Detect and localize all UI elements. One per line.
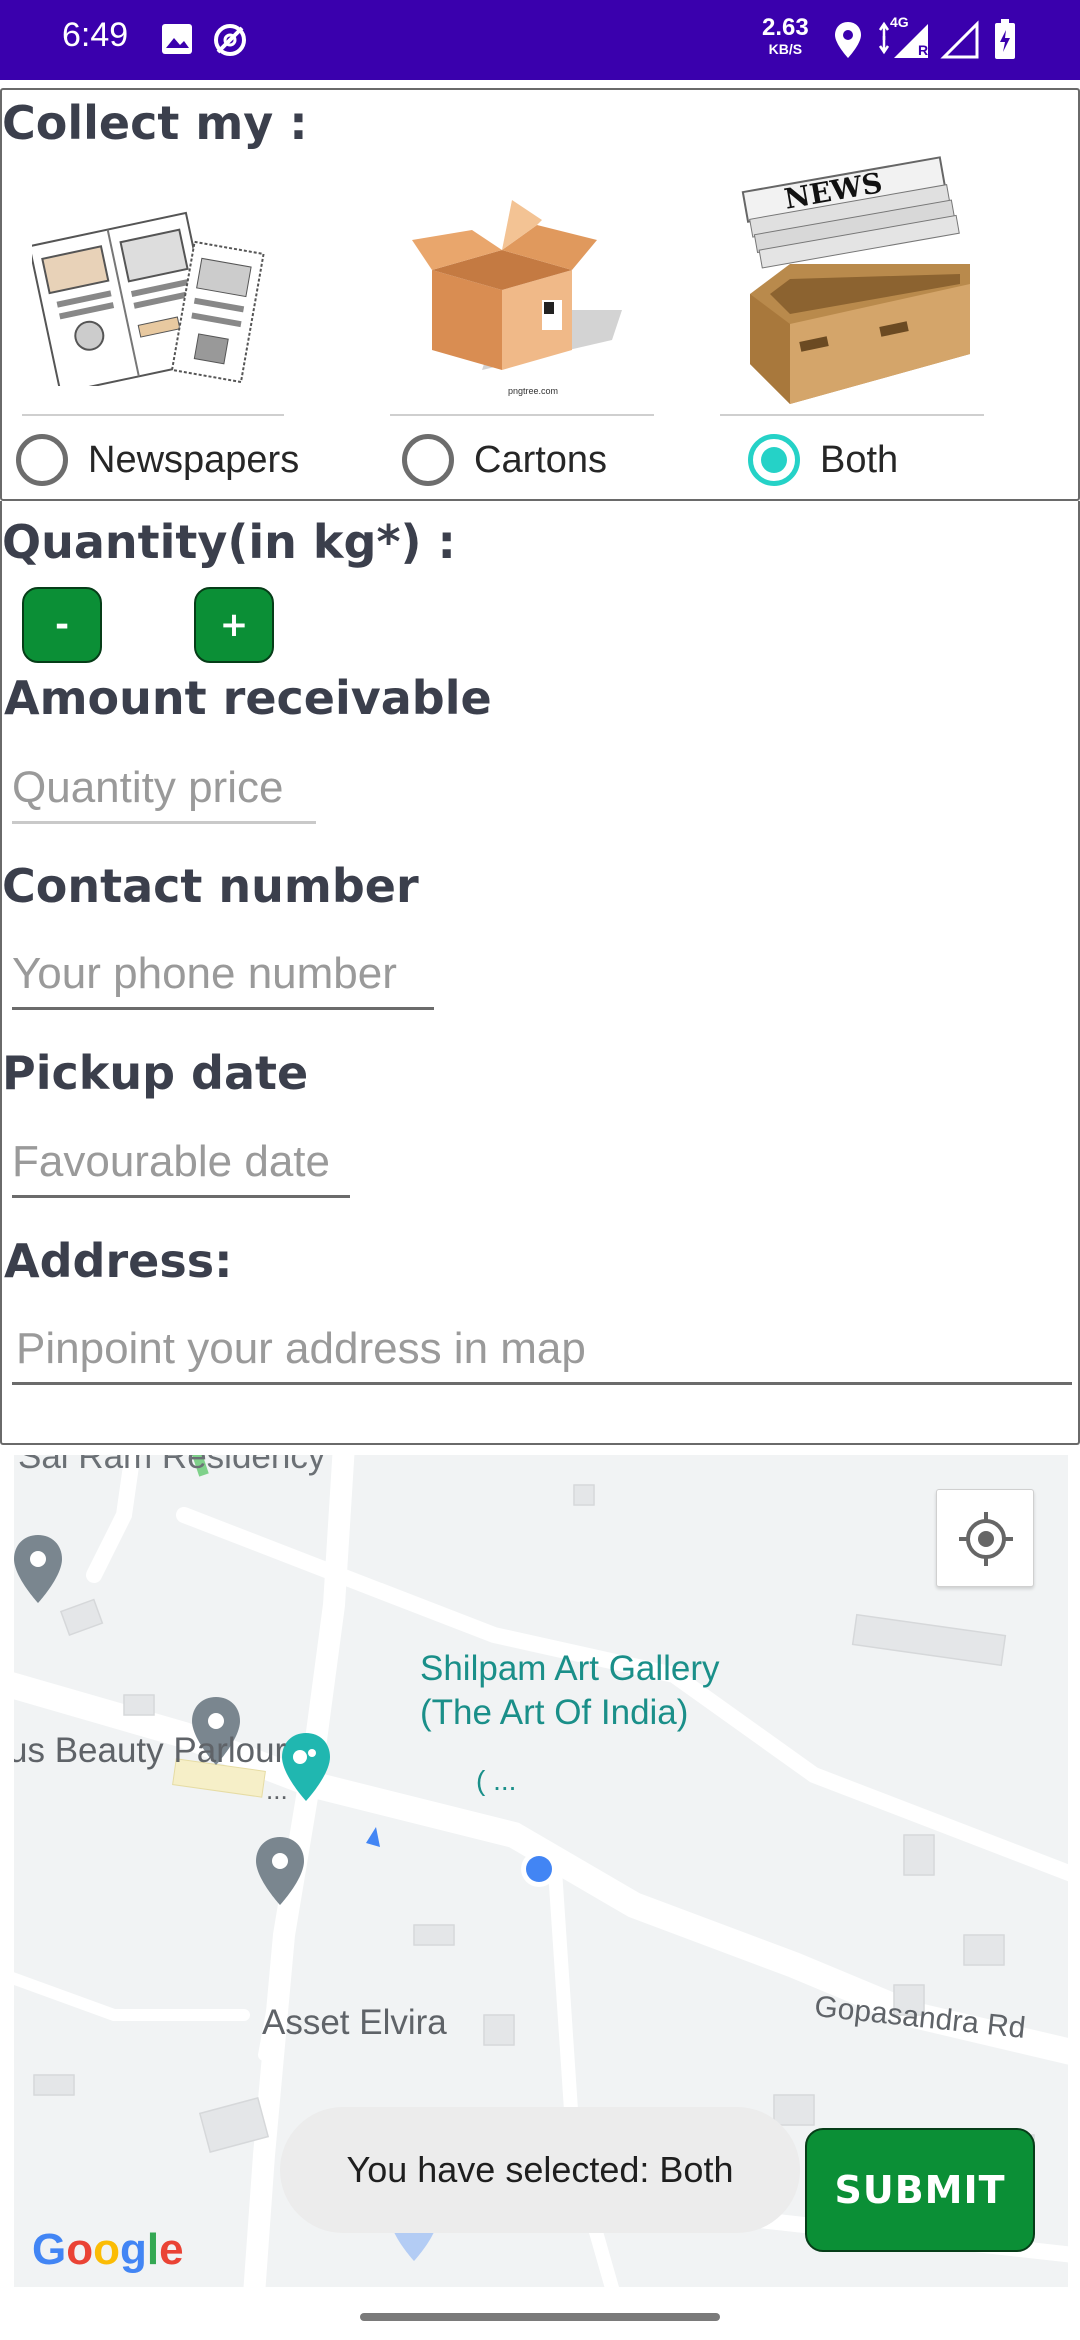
radio-button[interactable]: [16, 434, 68, 486]
gallery-notification-icon: [162, 24, 192, 54]
contact-title: Contact number: [2, 859, 419, 913]
amount-title: Amount receivable: [4, 671, 492, 725]
map-label-parlour-sub: ...: [266, 1775, 288, 1805]
location-icon: [835, 22, 861, 58]
my-location-icon: [959, 1512, 1013, 1566]
quantity-plus-button[interactable]: +: [194, 587, 274, 663]
gesture-nav-handle[interactable]: [360, 2313, 720, 2321]
map-label-residency: Sai Ram Residency: [18, 1455, 326, 1476]
radio-button-checked[interactable]: [748, 434, 800, 486]
collect-section: Collect my : pngtree.com NEWS Newspapers…: [0, 88, 1080, 501]
roaming-label: R: [918, 42, 929, 58]
map-label-parlour[interactable]: us Beauty Parlour: [14, 1731, 286, 1771]
radio-both[interactable]: Both: [748, 434, 898, 486]
google-logo: Google: [32, 2225, 184, 2274]
map-label-gallery[interactable]: Shilpam Art Gallery (The Art Of India): [420, 1647, 720, 1735]
phone-field[interactable]: Your phone number: [12, 949, 434, 1010]
image-divider: [720, 414, 984, 416]
image-divider: [390, 414, 654, 416]
pickup-title: Pickup date: [2, 1046, 309, 1100]
newspaper-box-icon: NEWS: [741, 156, 970, 404]
signal-empty-icon: [940, 20, 979, 59]
amount-field[interactable]: Quantity price: [12, 763, 316, 824]
status-time: 6:49: [62, 16, 129, 54]
carton-box-icon: pngtree.com: [412, 200, 622, 396]
address-title: Address:: [4, 1234, 233, 1288]
radio-label: Both: [820, 438, 899, 481]
battery-charging-icon: [995, 19, 1015, 59]
radio-button[interactable]: [402, 434, 454, 486]
quantity-minus-button[interactable]: -: [22, 587, 102, 663]
map-label-asset[interactable]: Asset Elvira: [262, 2003, 447, 2043]
my-location-button[interactable]: [936, 1489, 1034, 1587]
date-field[interactable]: Favourable date: [12, 1137, 350, 1198]
radio-cartons[interactable]: Cartons: [402, 434, 607, 486]
image-divider: [22, 414, 284, 416]
newspaper-icon: [32, 211, 265, 386]
quantity-title: Quantity(in kg*) :: [2, 515, 456, 569]
radio-newspapers[interactable]: Newspapers: [16, 434, 299, 486]
map-label-gallery-sub: ( ...: [476, 1765, 517, 1796]
sync-notification-icon: [214, 24, 246, 56]
radio-label: Newspapers: [88, 438, 300, 481]
net-speed: 2.63 KB/S: [762, 14, 809, 57]
selection-toast: You have selected: Both: [280, 2107, 800, 2233]
status-bar: 6:49 2.63 KB/S 4G R: [0, 0, 1080, 80]
submit-button[interactable]: SUBMIT: [805, 2128, 1035, 2252]
collect-title: Collect my :: [2, 96, 308, 150]
image-caption: pngtree.com: [508, 386, 558, 396]
radio-label: Cartons: [474, 438, 608, 481]
address-field[interactable]: Pinpoint your address in map: [12, 1324, 1072, 1385]
order-form: Quantity(in kg*) : - + Amount receivable…: [0, 501, 1080, 1445]
map-pin-icon[interactable]: [14, 1535, 62, 1603]
